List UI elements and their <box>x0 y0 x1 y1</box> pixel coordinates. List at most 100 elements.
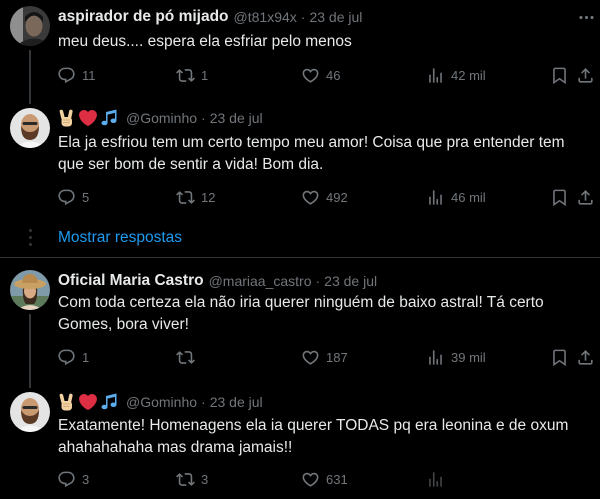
author-name[interactable]: aspirador de pó mijado <box>58 8 229 26</box>
reply-button[interactable]: 1 <box>57 347 89 367</box>
bookmark-icon <box>550 66 569 85</box>
like-button[interactable]: 46 <box>301 65 340 85</box>
reply-count: 1 <box>82 349 90 365</box>
retweet-count: 12 <box>201 189 216 205</box>
retweet-button[interactable]: 1 <box>176 65 208 85</box>
like-button[interactable]: 631 <box>301 469 348 489</box>
separator: · <box>300 9 306 25</box>
tweet-actions: 11 1 46 42 mil <box>0 65 600 85</box>
reply-count: 11 <box>82 67 96 83</box>
thread-dot <box>28 236 32 239</box>
views-count: 46 mil <box>451 189 486 205</box>
separator: · <box>201 110 206 126</box>
views-button[interactable]: 46 mil <box>426 187 486 207</box>
share-button[interactable] <box>576 347 595 367</box>
bookmark-button[interactable] <box>550 65 569 85</box>
tweet-date[interactable]: 23 de jul <box>210 110 263 126</box>
author-handle[interactable]: @t81x94x <box>234 9 297 25</box>
tweet-date[interactable]: 23 de jul <box>210 394 263 410</box>
tweet-header: Oficial Maria Castro @mariaa_castro · 23… <box>58 271 377 291</box>
retweet-button[interactable] <box>176 347 195 367</box>
like-count: 631 <box>326 471 348 487</box>
tweet-text: meu deus.... espera ela esfriar pelo men… <box>58 33 352 50</box>
tweet-date[interactable]: 23 de jul <box>309 9 362 25</box>
like-icon <box>301 188 320 207</box>
tweet-actions: 3 3 631 <box>0 469 600 489</box>
retweet-count: 3 <box>201 471 209 487</box>
thread-dot <box>28 243 32 246</box>
avatar-image <box>10 108 50 148</box>
show-replies-link[interactable]: Mostrar respostas <box>58 228 182 248</box>
retweet-icon <box>176 470 195 489</box>
retweet-count: 1 <box>201 67 209 83</box>
tweet-text: Com toda certeza ela não iria querer nin… <box>58 294 544 333</box>
author-handle[interactable]: @mariaa_castro <box>209 273 312 289</box>
share-icon <box>576 348 595 367</box>
separator: · <box>201 394 206 410</box>
tweet-header: @Gominho · 23 de jul <box>58 392 263 412</box>
tweet-text: Ela ja esfriou tem um certo tempo meu am… <box>58 134 565 173</box>
views-button[interactable]: 42 mil <box>426 65 486 85</box>
like-button[interactable]: 187 <box>301 347 348 367</box>
reply-button[interactable]: 5 <box>57 187 89 207</box>
tweet-header: @Gominho · 23 de jul <box>58 108 263 128</box>
reply-icon <box>57 66 76 85</box>
divider <box>0 257 600 258</box>
victory-hand-emoji-icon <box>58 109 76 127</box>
separator: · <box>315 273 321 289</box>
avatar[interactable] <box>10 270 50 310</box>
more-icon[interactable] <box>577 8 596 27</box>
author-handle[interactable]: @Gominho <box>126 394 197 410</box>
thread-dot <box>28 229 32 232</box>
views-count: 42 mil <box>451 67 486 83</box>
share-icon <box>576 188 595 207</box>
tweet-actions: 1 187 39 mil <box>0 347 600 367</box>
victory-hand-emoji-icon <box>58 393 76 411</box>
avatar-image <box>10 6 50 46</box>
share-button[interactable] <box>576 187 595 207</box>
reply-icon <box>57 470 76 489</box>
author-name[interactable]: Oficial Maria Castro <box>58 272 204 290</box>
avatar-image <box>10 392 50 432</box>
like-button[interactable]: 492 <box>301 187 348 207</box>
author-name[interactable] <box>58 109 118 127</box>
avatar-image <box>10 270 50 310</box>
bookmark-icon <box>550 188 569 207</box>
tweet-date[interactable]: 23 de jul <box>324 273 377 289</box>
tweet-text: Exatamente! Homenagens ela ia querer TOD… <box>58 417 569 456</box>
like-icon <box>301 470 320 489</box>
author-name[interactable] <box>58 393 118 411</box>
share-button[interactable] <box>576 65 595 85</box>
like-icon <box>301 348 320 367</box>
views-button[interactable]: 39 mil <box>426 347 486 367</box>
retweet-icon <box>176 348 195 367</box>
views-icon <box>426 188 445 207</box>
bookmark-button[interactable] <box>550 187 569 207</box>
avatar[interactable] <box>10 108 50 148</box>
red-heart-emoji-icon <box>79 109 97 127</box>
reply-button[interactable]: 11 <box>57 65 96 85</box>
views-count: 39 mil <box>451 349 486 365</box>
views-icon <box>426 348 445 367</box>
retweet-icon <box>176 66 195 85</box>
bookmark-icon <box>550 348 569 367</box>
avatar[interactable] <box>10 392 50 432</box>
avatar[interactable] <box>10 6 50 46</box>
like-count: 187 <box>326 349 348 365</box>
musical-notes-emoji-icon <box>100 393 118 411</box>
tweet-actions: 5 12 492 46 mil <box>0 187 600 207</box>
retweet-button[interactable]: 3 <box>176 469 208 489</box>
like-count: 492 <box>326 189 348 205</box>
red-heart-emoji-icon <box>79 393 97 411</box>
views-button[interactable] <box>426 469 445 489</box>
tweet-header: aspirador de pó mijado @t81x94x · 23 de … <box>58 7 362 27</box>
reply-icon <box>57 188 76 207</box>
musical-notes-emoji-icon <box>100 109 118 127</box>
retweet-button[interactable]: 12 <box>176 187 215 207</box>
like-icon <box>301 66 320 85</box>
reply-icon <box>57 348 76 367</box>
author-handle[interactable]: @Gominho <box>126 110 197 126</box>
reply-button[interactable]: 3 <box>57 469 89 489</box>
share-icon <box>576 66 595 85</box>
bookmark-button[interactable] <box>550 347 569 367</box>
